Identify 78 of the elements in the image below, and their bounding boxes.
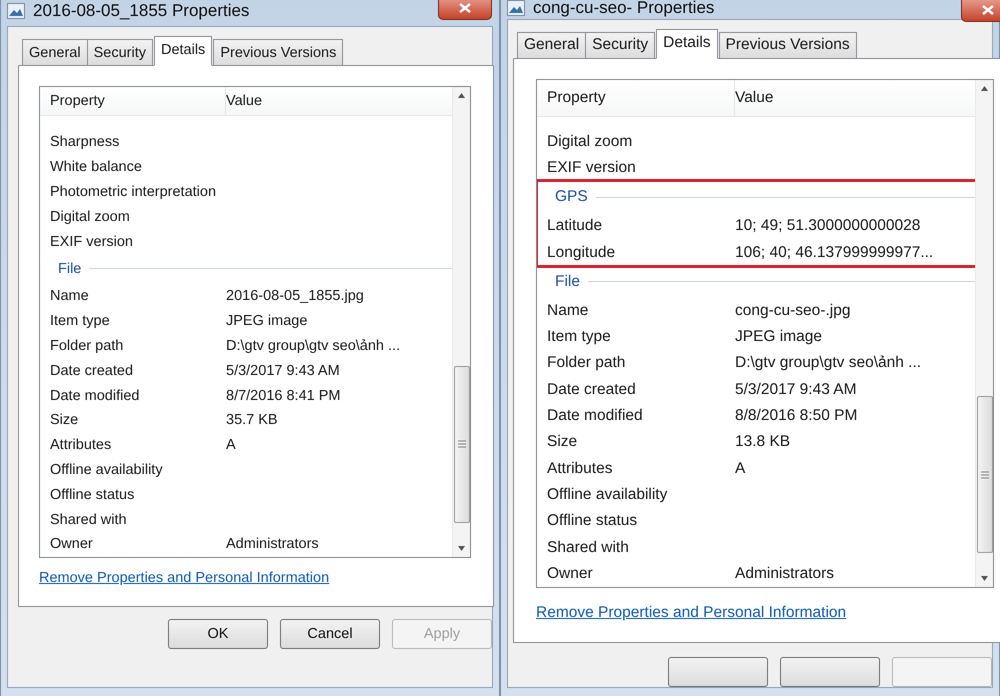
property-value: 13.8 KB <box>735 433 790 452</box>
property-name: Attributes <box>546 460 614 478</box>
property-name: Offline availability <box>546 486 668 504</box>
property-value: A <box>735 460 746 478</box>
property-value: Administrators <box>735 564 834 583</box>
property-name: Offline status <box>49 486 136 503</box>
column-header[interactable]: Property <box>537 80 735 116</box>
property-name: Owner <box>546 564 594 583</box>
property-name: Date created <box>49 362 134 379</box>
scrollbar[interactable] <box>975 80 993 587</box>
property-value: 35.7 KB <box>226 412 278 428</box>
property-name: Attributes <box>49 437 112 454</box>
property-name: Size <box>546 433 578 452</box>
tab[interactable]: Security <box>585 32 656 58</box>
tab[interactable]: Previous Versions <box>718 32 857 58</box>
property-name: Date modified <box>546 407 644 426</box>
dialog-button[interactable]: OK <box>168 618 268 649</box>
property-value: 10; 49; 51.3000000000028 <box>735 217 920 236</box>
property-name: Digital zoom <box>49 208 131 225</box>
grip-icon <box>458 440 466 448</box>
property-name: Latitude <box>546 217 604 236</box>
property-name: Photometric interpretation <box>49 184 218 200</box>
group-label: File <box>57 260 82 277</box>
tab[interactable]: Security <box>86 39 153 65</box>
property-value: 8/8/2016 8:50 PM <box>735 407 858 426</box>
close-icon <box>982 4 994 14</box>
property-name: Digital zoom <box>546 132 634 151</box>
tab[interactable]: General <box>22 39 88 65</box>
tab[interactable]: Previous Versions <box>213 39 344 65</box>
property-value: D:\gtv group\gtv seo\ảnh ... <box>226 338 400 354</box>
property-value: 106; 40; 46.137999999977... <box>735 244 934 262</box>
property-value: 5/3/2017 9:43 AM <box>226 362 340 379</box>
property-name: Offline availability <box>49 462 164 478</box>
tab[interactable]: Details <box>656 28 718 59</box>
property-value: 5/3/2017 9:43 AM <box>735 380 857 399</box>
dialog-button[interactable] <box>780 657 880 687</box>
tab[interactable]: Details <box>154 36 212 66</box>
dialog-button[interactable]: Cancel <box>280 618 380 649</box>
close-button[interactable] <box>438 0 492 20</box>
property-value: JPEG image <box>226 313 308 330</box>
property-name: Item type <box>546 328 612 346</box>
property-name: Shared with <box>546 538 630 557</box>
image-file-icon <box>7 3 25 19</box>
property-name: Folder path <box>546 354 626 372</box>
property-value: 8/7/2016 8:41 PM <box>226 388 340 404</box>
property-name: Date modified <box>49 388 140 404</box>
property-name: EXIF version <box>49 234 134 250</box>
property-name: Longitude <box>546 244 616 262</box>
grip-icon <box>980 470 988 478</box>
property-name: Sharpness <box>49 134 120 150</box>
property-name: Owner <box>49 536 94 552</box>
window-title: 2016-08-05_1855 Properties <box>33 1 250 21</box>
property-name: Shared with <box>49 512 128 528</box>
dialog-button[interactable] <box>668 657 768 687</box>
window-title: cong-cu-seo- Properties <box>533 0 714 18</box>
property-value: D:\gtv group\gtv seo\ảnh ... <box>735 354 922 372</box>
tab[interactable]: General <box>517 32 586 58</box>
property-name: Item type <box>49 313 111 330</box>
remove-properties-link[interactable]: Remove Properties and Personal Information <box>536 604 846 622</box>
property-name: EXIF version <box>546 158 637 177</box>
property-name: Date created <box>546 380 637 399</box>
property-value: 2016-08-05_1855.jpg <box>226 288 364 304</box>
close-icon <box>459 2 471 12</box>
property-name: Name <box>49 288 90 304</box>
property-name: Folder path <box>49 338 124 354</box>
property-name: Size <box>49 412 80 428</box>
property-name: Offline status <box>546 512 638 530</box>
remove-properties-link[interactable]: Remove Properties and Personal Information <box>39 570 330 586</box>
property-value: JPEG image <box>735 328 822 346</box>
column-header[interactable]: Property <box>40 87 226 115</box>
group-label: GPS <box>554 188 588 206</box>
group-label: File <box>554 272 580 291</box>
scrollbar[interactable] <box>452 87 470 557</box>
property-name: White balance <box>49 159 143 176</box>
property-value: cong-cu-seo-.jpg <box>735 302 850 320</box>
property-name: Name <box>546 302 590 320</box>
property-value: A <box>226 437 236 454</box>
property-value: Administrators <box>226 536 319 552</box>
